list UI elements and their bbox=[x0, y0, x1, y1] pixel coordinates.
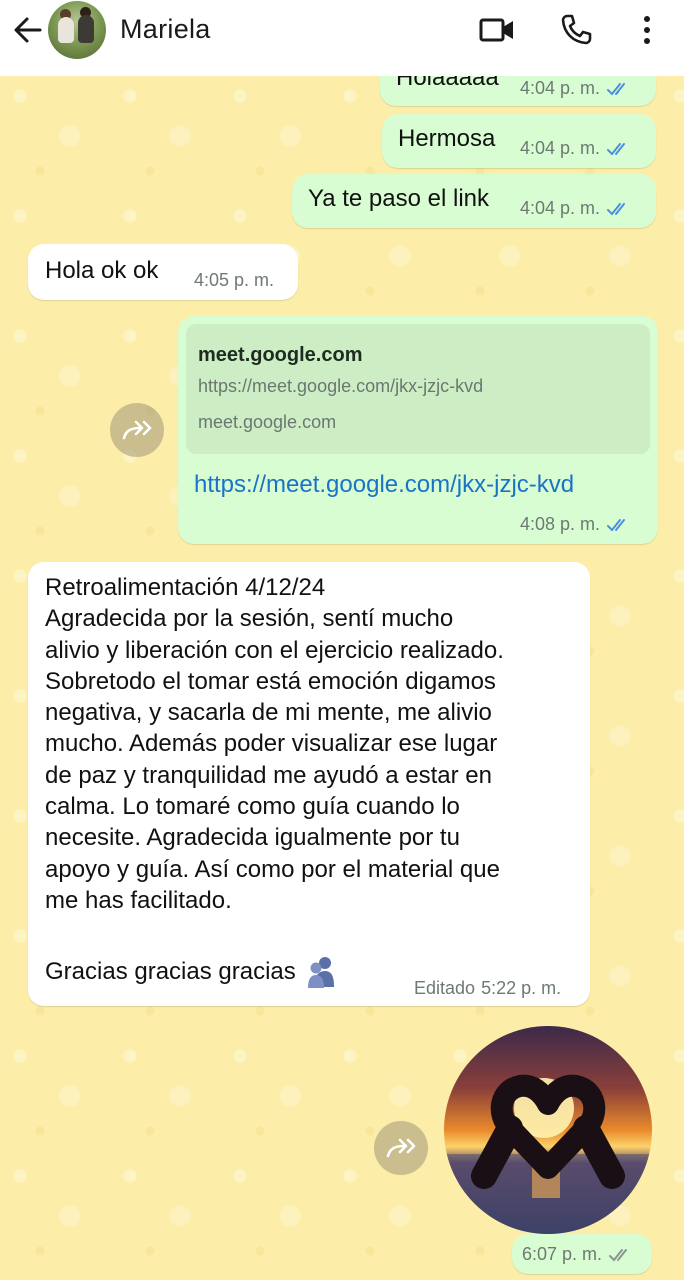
read-ticks-icon bbox=[607, 518, 626, 531]
message-meta: Editado 5:22 p. m. bbox=[414, 978, 561, 999]
message-time: 5:22 p. m. bbox=[481, 978, 562, 998]
link-preview-url: https://meet.google.com/jkx-jzjc-kvd bbox=[198, 376, 484, 396]
chat-header: Mariela bbox=[0, 0, 684, 76]
link-preview-title: meet.google.com bbox=[198, 344, 363, 366]
forward-icon bbox=[386, 1138, 416, 1158]
read-ticks-icon bbox=[607, 202, 626, 215]
message-link[interactable]: https://meet.google.com/jkx-jzjc-kvd bbox=[194, 471, 574, 499]
message-line: mucho. Además poder visualizar ese lugar bbox=[45, 730, 498, 758]
video-call-icon[interactable] bbox=[478, 14, 516, 46]
message-meta: 6:07 p. m. bbox=[522, 1244, 634, 1265]
message-time: 4:08 p. m. bbox=[520, 514, 601, 534]
forward-icon bbox=[122, 420, 152, 440]
edited-label: Editado bbox=[414, 978, 476, 998]
read-ticks-icon bbox=[607, 142, 626, 155]
delivered-ticks-icon bbox=[609, 1248, 628, 1261]
message-text: Ya te paso el link bbox=[308, 185, 489, 212]
message-line: necesite. Agradecida igualmente por tu bbox=[45, 824, 460, 852]
link-preview-domain: meet.google.com bbox=[198, 412, 337, 432]
message-bubble-incoming[interactable]: Hola ok ok 4:05 p. m. bbox=[28, 244, 298, 300]
message-line: Sobretodo el tomar está emoción digamos bbox=[45, 667, 496, 695]
contact-name[interactable]: Mariela bbox=[120, 14, 211, 45]
message-closing-text: Gracias gracias gracias bbox=[45, 958, 296, 985]
message-line: apoyo y guía. Así como por el material q… bbox=[45, 855, 500, 883]
people-hugging-emoji-icon bbox=[307, 957, 334, 988]
message-meta: 4:04 p. m. bbox=[520, 198, 632, 219]
photo-meta-bubble: 6:07 p. m. bbox=[512, 1234, 652, 1274]
message-long-text: Retroalimentación 4/12/24 Agradecida por… bbox=[45, 572, 575, 916]
more-options-icon[interactable] bbox=[632, 12, 662, 48]
message-line: Agradecida por la sesión, sentí mucho bbox=[45, 605, 454, 633]
message-time: 4:04 p. m. bbox=[520, 198, 601, 218]
message-closing-line: Gracias gracias gracias bbox=[45, 955, 336, 989]
message-time: 4:05 p. m. bbox=[194, 270, 275, 290]
forward-button[interactable] bbox=[110, 403, 164, 457]
back-arrow-icon[interactable] bbox=[12, 14, 44, 46]
heart-hands-sunset-photo[interactable] bbox=[444, 1026, 652, 1234]
message-line: alivio y liberación con el ejercicio rea… bbox=[45, 636, 504, 664]
message-text: Hermosa bbox=[398, 125, 496, 152]
message-line: negativa, y sacarla de mi mente, me aliv… bbox=[45, 699, 492, 727]
message-meta: 4:04 p. m. bbox=[520, 138, 632, 159]
message-text: Hola ok ok bbox=[45, 257, 159, 284]
forward-button[interactable] bbox=[374, 1121, 428, 1175]
link-preview-card[interactable]: meet.google.com https://meet.google.com/… bbox=[186, 324, 650, 454]
message-line: calma. Lo tomaré como guía cuando lo bbox=[45, 793, 460, 821]
message-line: Retroalimentación 4/12/24 bbox=[45, 574, 326, 601]
message-meta: 4:05 p. m. bbox=[194, 270, 274, 291]
message-bubble-outgoing[interactable]: Hermosa 4:04 p. m. bbox=[382, 114, 656, 168]
message-meta: 4:04 p. m. bbox=[520, 78, 632, 99]
avatar[interactable] bbox=[48, 1, 106, 59]
message-time: 4:04 p. m. bbox=[520, 138, 601, 158]
message-line: de paz y tranquilidad me ayudó a estar e… bbox=[45, 761, 492, 789]
message-meta: 4:08 p. m. bbox=[520, 514, 632, 535]
message-time: 6:07 p. m. bbox=[522, 1244, 603, 1264]
message-time: 4:04 p. m. bbox=[520, 78, 601, 98]
message-bubble-outgoing[interactable]: Ya te paso el link 4:04 p. m. bbox=[292, 174, 656, 228]
message-line: me has facilitado. bbox=[45, 886, 232, 914]
read-ticks-icon bbox=[607, 82, 626, 95]
phone-icon[interactable] bbox=[558, 12, 594, 48]
